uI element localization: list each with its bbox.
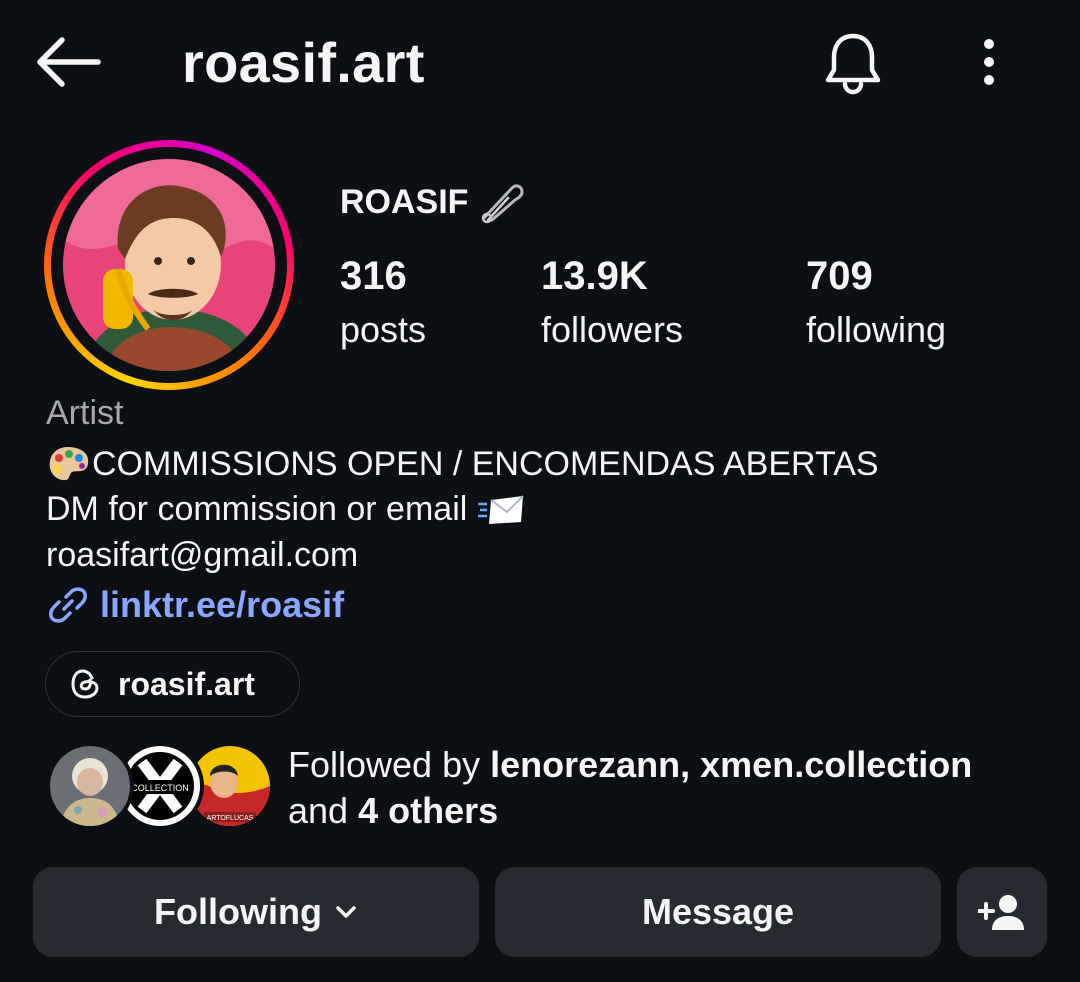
message-button-label: Message <box>641 891 795 932</box>
bio-line-2: DM for commission or email <box>46 490 527 529</box>
back-arrow-icon <box>37 37 101 87</box>
suggested-users-button[interactable] <box>957 867 1047 957</box>
display-name: ROASIF <box>340 180 526 224</box>
posts-stat[interactable]: 316 posts <box>340 254 426 351</box>
following-button-label: Following <box>154 891 322 932</box>
link-icon <box>49 587 87 623</box>
back-button[interactable] <box>34 36 102 88</box>
safety-pin-icon <box>482 184 524 224</box>
profile-category: Artist <box>46 394 124 432</box>
more-options-button[interactable] <box>966 36 1012 88</box>
message-button[interactable]: Message <box>495 867 941 957</box>
bio-line-1: COMMISSIONS OPEN / ENCOMENDAS ABERTAS <box>46 444 879 484</box>
following-count: 709 <box>806 254 873 298</box>
threads-icon <box>71 669 99 699</box>
add-user-icon <box>978 895 1024 930</box>
following-button[interactable]: Following <box>33 867 479 957</box>
page-title: roasif.art <box>182 31 425 94</box>
following-stat[interactable]: 709 following <box>806 254 946 351</box>
bell-icon <box>825 33 881 95</box>
followers-stat[interactable]: 13.9K followers <box>541 254 683 351</box>
mutual-avatar-lenorezann <box>46 742 134 830</box>
avatar-illustration <box>63 159 275 371</box>
followers-count: 13.9K <box>541 254 648 298</box>
xmen-logo-text: COLLECTION <box>131 783 189 793</box>
profile-avatar[interactable] <box>44 140 294 390</box>
envelope-icon <box>478 494 525 524</box>
mutual-followers-text[interactable]: Followed by lenorezann, xmen.collection … <box>288 742 1048 834</box>
more-vertical-icon <box>984 39 994 85</box>
following-label: following <box>806 309 947 350</box>
mutual-avatar-photo <box>50 746 130 826</box>
mutual-others-count: 4 others <box>358 790 499 831</box>
threads-profile-button[interactable]: roasif.art <box>45 651 300 717</box>
display-name-text: ROASIF <box>340 182 469 221</box>
palette-icon <box>49 447 89 481</box>
posts-count: 316 <box>340 254 407 298</box>
mutual-followers-avatars[interactable]: COLLECTION ARTOFLUCAS <box>46 742 274 830</box>
posts-label: posts <box>340 309 427 350</box>
followers-label: followers <box>541 309 684 350</box>
artoflucas-text: ARTOFLUCAS <box>207 815 254 822</box>
notifications-button[interactable] <box>820 30 886 96</box>
threads-handle: roasif.art <box>118 665 255 702</box>
profile-link[interactable]: linktr.ee/roasif <box>46 584 344 626</box>
profile-link-text: linktr.ee/roasif <box>100 584 345 625</box>
mutual-names: lenorezann, xmen.collection <box>490 744 973 785</box>
chevron-down-icon <box>336 906 356 918</box>
bio-email[interactable]: roasifart@gmail.com <box>46 536 358 575</box>
profile-page: roasif.art ROASIF 316 posts 13.9K follow… <box>0 0 1080 982</box>
